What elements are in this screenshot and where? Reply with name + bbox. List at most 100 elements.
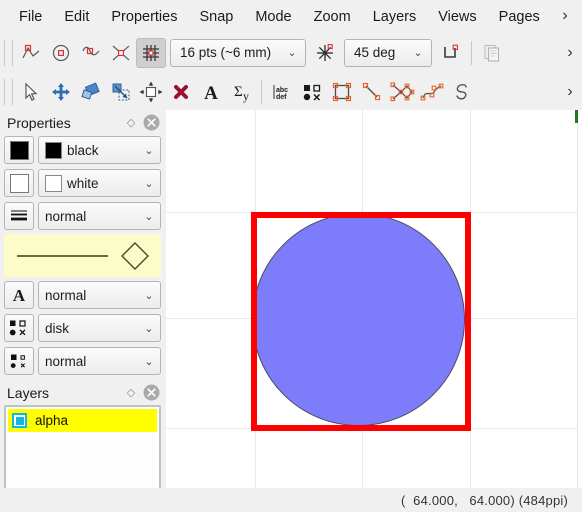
snap-toolbar: 16 pts (~6 mm) ⌄ 45 deg ⌄ › (0, 33, 582, 72)
list-item[interactable]: alpha (8, 409, 157, 432)
menu-views[interactable]: Views (427, 6, 487, 28)
fill-color-swatch (45, 174, 62, 192)
toolbar-drag-handle[interactable] (4, 78, 13, 105)
menu-bar: File Edit Properties Snap Mode Zoom Laye… (0, 0, 582, 33)
layer-name: alpha (35, 413, 69, 428)
mark-size-row: normal ⌄ (4, 346, 161, 376)
chevron-down-icon: ⌄ (144, 322, 154, 335)
menu-mode[interactable]: Mode (244, 6, 302, 28)
text-tool-icon[interactable]: A (196, 77, 226, 107)
mark-shape-icon[interactable] (4, 314, 34, 342)
translate-tool-icon[interactable] (46, 77, 76, 107)
close-panel-icon[interactable] (141, 383, 161, 403)
rectangle-tool-icon[interactable] (327, 77, 357, 107)
edit-toolbar-overflow-icon[interactable]: › (558, 77, 582, 107)
layers-panel-title: Layers (7, 384, 50, 401)
snap-angle-icon[interactable] (310, 38, 340, 68)
mark-size-combo[interactable]: normal ⌄ (38, 347, 161, 375)
pen-width-combo[interactable]: normal ⌄ (38, 202, 161, 230)
menu-edit[interactable]: Edit (53, 6, 100, 28)
edit-toolbar: A Σ y abc def › (0, 72, 582, 111)
close-panel-icon[interactable] (141, 113, 161, 133)
spline-tool-icon[interactable] (417, 77, 447, 107)
menu-zoom[interactable]: Zoom (303, 6, 362, 28)
pen-width-row: normal ⌄ (4, 201, 161, 231)
chevron-down-icon: ⌄ (144, 355, 154, 368)
layer-visibility-checkbox[interactable] (12, 413, 27, 428)
mark-shape-value: disk (45, 320, 70, 336)
math-tool-icon[interactable]: Σ y (226, 77, 256, 107)
layers-list[interactable]: alpha (4, 405, 161, 490)
svg-text:Σ: Σ (234, 84, 243, 100)
angle-combo[interactable]: 45 deg ⌄ (344, 38, 432, 67)
text-style-row: A normal ⌄ (4, 280, 161, 310)
stroke-color-icon[interactable] (4, 136, 34, 164)
ink-tool-icon[interactable] (447, 77, 477, 107)
select-tool-icon[interactable] (16, 77, 46, 107)
text-style-icon[interactable]: A (4, 281, 34, 309)
svg-text:y: y (243, 89, 249, 103)
fill-color-combo[interactable]: white ⌄ (38, 169, 161, 197)
svg-text:A: A (13, 286, 26, 305)
mark-shape-row: disk ⌄ (4, 313, 161, 343)
drawing-canvas[interactable] (166, 110, 578, 488)
menu-properties[interactable]: Properties (100, 6, 188, 28)
angle-value: 45 deg (354, 45, 396, 60)
properties-panel-header: Properties ◇ (0, 110, 165, 135)
chevron-down-icon: ⌄ (413, 47, 423, 59)
ipe-main-window: File Edit Properties Snap Mode Zoom Laye… (0, 0, 582, 512)
arrow-style-preview[interactable] (115, 239, 155, 273)
stroke-color-combo[interactable]: black ⌄ (38, 136, 161, 164)
copy-paste-icon[interactable] (477, 38, 507, 68)
fill-color-icon[interactable] (4, 169, 34, 197)
float-panel-icon[interactable]: ◇ (121, 383, 141, 403)
chevron-down-icon: ⌄ (144, 177, 154, 190)
rotate-tool-icon[interactable] (76, 77, 106, 107)
opacity-row[interactable] (4, 234, 161, 277)
pen-width-icon[interactable] (4, 202, 34, 230)
menu-overflow-chevron-icon[interactable]: › (554, 4, 576, 28)
fill-color-value: white (67, 175, 99, 191)
snap-control-point-icon[interactable] (46, 38, 76, 68)
text-style-value: normal (45, 287, 87, 303)
stretch-tool-icon[interactable] (106, 77, 136, 107)
snap-auto-icon[interactable] (436, 38, 466, 68)
menu-layers[interactable]: Layers (362, 6, 428, 28)
menu-snap[interactable]: Snap (188, 6, 244, 28)
stroke-color-swatch (45, 141, 62, 159)
snap-intersection-icon[interactable] (106, 38, 136, 68)
snap-toolbar-overflow-icon[interactable]: › (558, 38, 582, 68)
toolbar-separator (471, 40, 472, 65)
left-dock: Properties ◇ black ⌄ white ⌄ normal ⌄ A … (0, 110, 165, 490)
menu-pages[interactable]: Pages (488, 6, 551, 28)
menu-file[interactable]: File (8, 6, 53, 28)
mark-tool-icon[interactable] (297, 77, 327, 107)
snap-boundary-icon[interactable] (76, 38, 106, 68)
mouse-coordinates: ( 64.000, 64.000) (484ppi) (401, 492, 568, 508)
float-panel-icon[interactable]: ◇ (121, 113, 141, 133)
polygon-tool-icon[interactable] (387, 77, 417, 107)
chevron-down-icon: ⌄ (144, 289, 154, 302)
toolbar-drag-handle[interactable] (4, 39, 13, 66)
grid-size-combo[interactable]: 16 pts (~6 mm) ⌄ (170, 38, 306, 67)
grid-size-value: 16 pts (~6 mm) (180, 45, 272, 60)
fill-color-row: white ⌄ (4, 168, 161, 198)
layers-panel-header: Layers ◇ (0, 380, 165, 405)
label-tool-icon[interactable]: abc def (267, 77, 297, 107)
toolbar-separator (261, 79, 262, 104)
mark-shape-combo[interactable]: disk ⌄ (38, 314, 161, 342)
dash-style-preview[interactable] (10, 251, 115, 261)
vertical-scrollbar[interactable] (577, 110, 582, 488)
svg-text:A: A (204, 83, 218, 103)
svg-text:abc: abc (276, 87, 288, 94)
chevron-down-icon: ⌄ (144, 210, 154, 223)
delete-tool-icon[interactable] (166, 77, 196, 107)
line-tool-icon[interactable] (357, 77, 387, 107)
snap-grid-icon[interactable] (136, 37, 166, 68)
mark-size-icon[interactable] (4, 347, 34, 375)
snap-vertex-icon[interactable] (16, 38, 46, 68)
selection-rectangle[interactable] (251, 212, 471, 431)
shear-tool-icon[interactable] (136, 77, 166, 107)
text-style-combo[interactable]: normal ⌄ (38, 281, 161, 309)
svg-text:def: def (276, 94, 287, 101)
